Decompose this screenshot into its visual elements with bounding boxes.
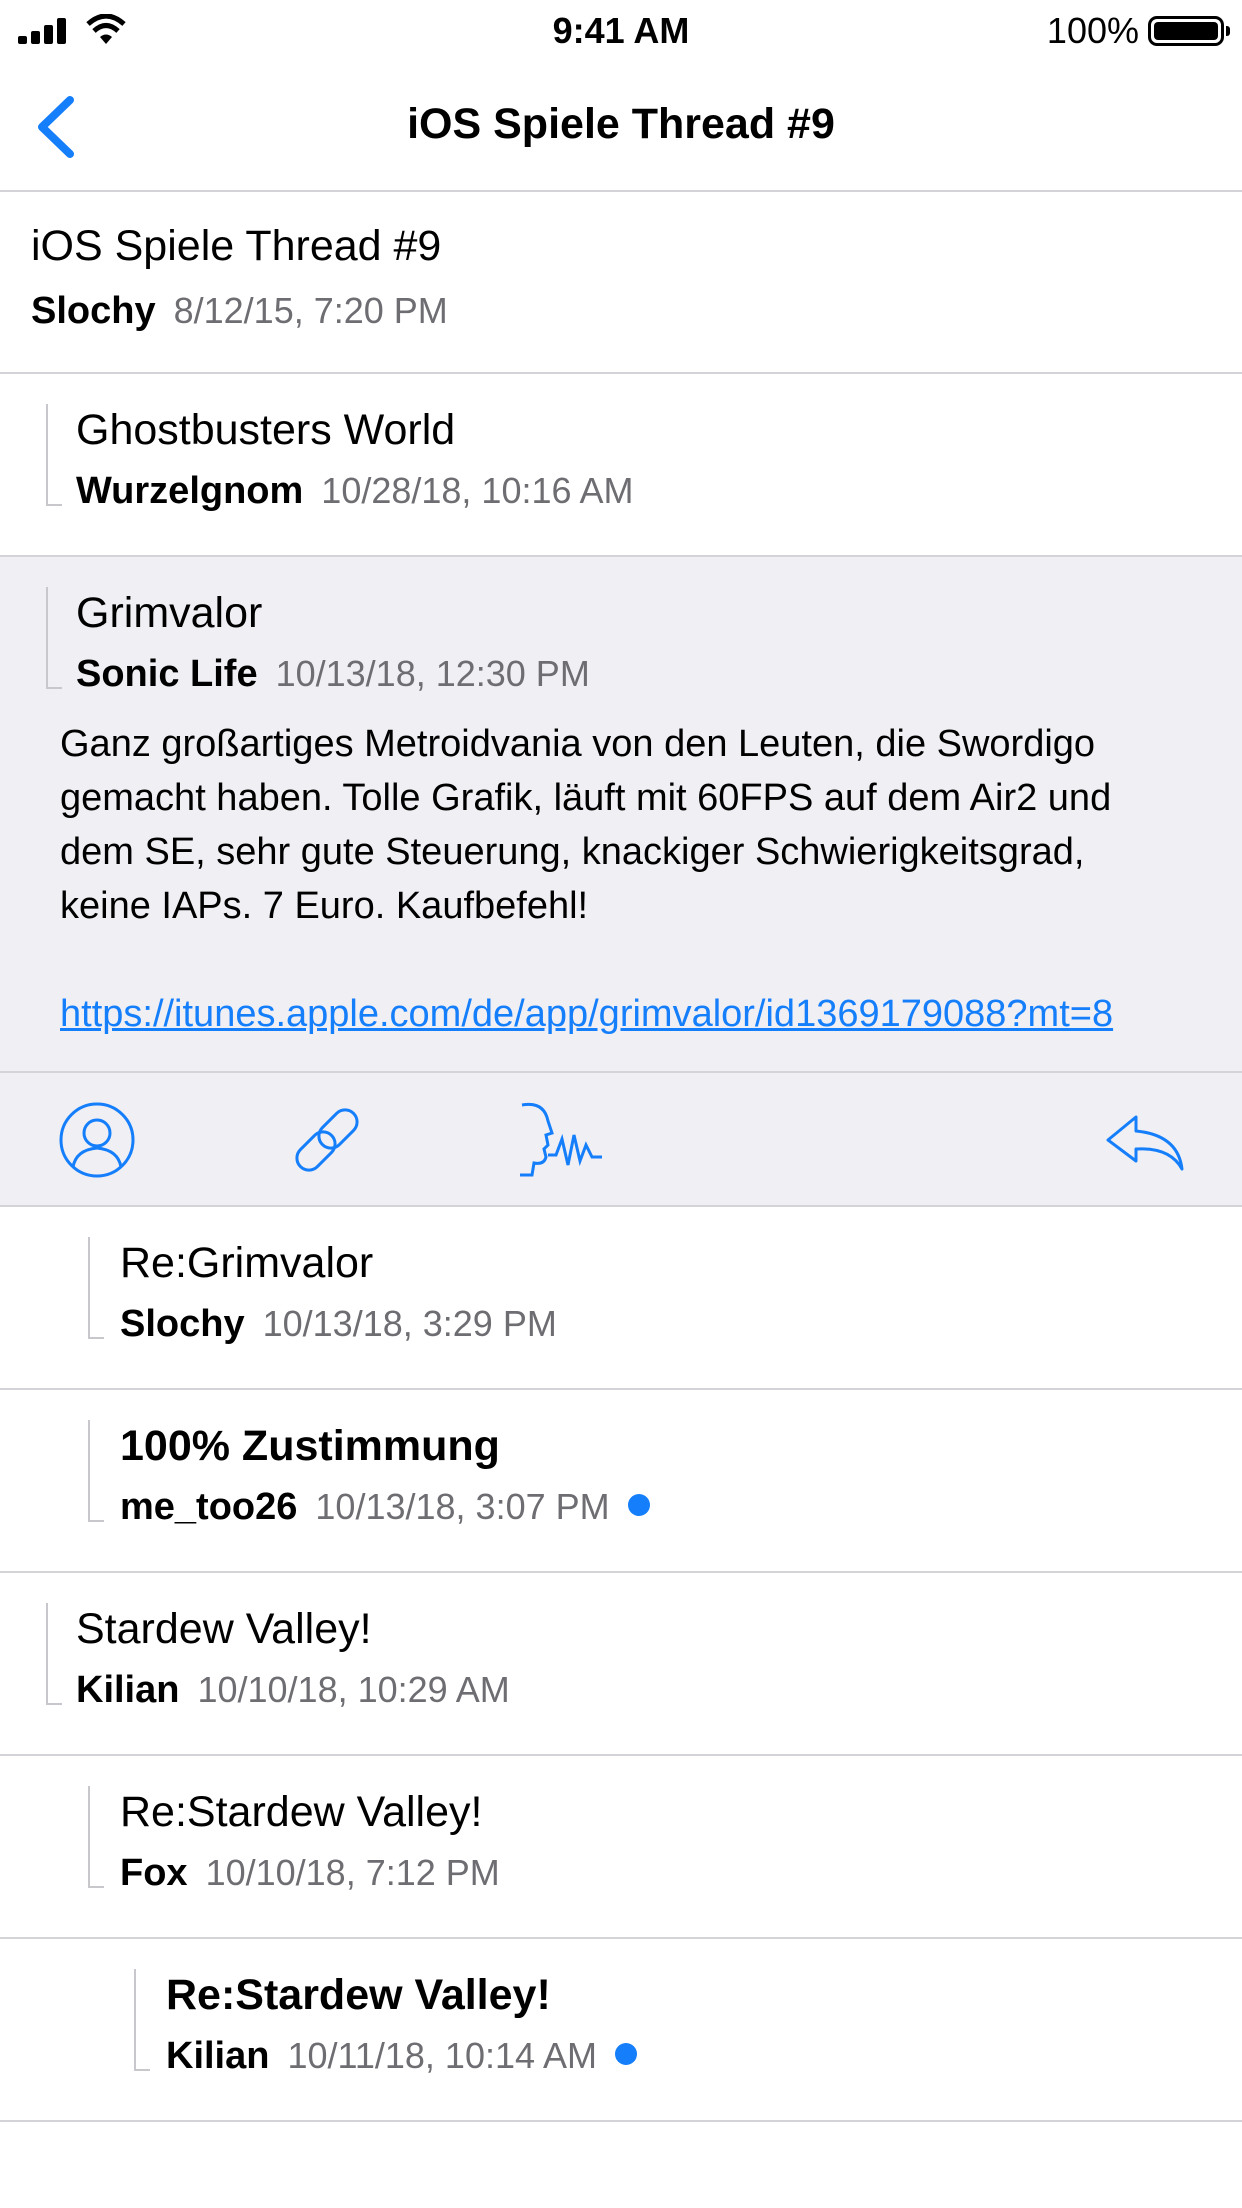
post-author: Sonic Life (76, 653, 258, 695)
list-item[interactable]: Re:Grimvalor Slochy 10/13/18, 3:29 PM (0, 1207, 1242, 1390)
status-bar: 9:41 AM 100% (0, 0, 1242, 62)
post-meta: Kilian 10/11/18, 10:14 AM (166, 2035, 638, 2078)
post-date: 10/13/18, 3:29 PM (262, 1303, 557, 1344)
thread-indent-line (134, 1969, 150, 2071)
post-actions-bar (0, 1071, 1242, 1205)
post-author: Kilian (166, 2035, 270, 2077)
post-author: Slochy (120, 1303, 245, 1345)
post-author: Wurzelgnom (76, 470, 304, 512)
nav-bar: iOS Spiele Thread #9 (0, 62, 1242, 192)
post-title: iOS Spiele Thread #9 (31, 222, 442, 270)
post-body-text: Ganz großartiges Metroidvania von den Le… (60, 723, 1112, 927)
post-title: Stardew Valley! (76, 1605, 372, 1653)
thread-indent-line (46, 404, 62, 506)
expanded-post-header[interactable]: Grimvalor Sonic Life 10/13/18, 12:30 PM (0, 557, 1242, 717)
post-body-link[interactable]: https://itunes.apple.com/de/app/grimvalo… (0, 987, 1242, 1041)
post-date: 10/13/18, 3:07 PM (315, 1486, 610, 1527)
thread-indent-line (46, 587, 62, 689)
post-meta: Sonic Life 10/13/18, 12:30 PM (76, 653, 590, 696)
post-title: Re:Grimvalor (120, 1239, 374, 1287)
thread-indent-line (88, 1420, 104, 1522)
post-meta: me_too26 10/13/18, 3:07 PM (120, 1486, 650, 1529)
thread-indent-line (88, 1237, 104, 1339)
post-meta: Kilian 10/10/18, 10:29 AM (76, 1669, 510, 1712)
unread-dot-icon (627, 1494, 650, 1516)
battery-icon (1148, 16, 1230, 46)
post-author: Kilian (76, 1669, 180, 1711)
thread-list: iOS Spiele Thread #9 Slochy 8/12/15, 7:2… (0, 192, 1242, 2122)
list-item[interactable]: Re:Stardew Valley! Kilian 10/11/18, 10:1… (0, 1939, 1242, 2122)
post-date: 10/10/18, 7:12 PM (205, 1852, 500, 1893)
thread-indent-line (46, 1603, 62, 1705)
thread-indent-line (88, 1786, 104, 1888)
post-author: Slochy (31, 290, 156, 332)
post-author: Fox (120, 1852, 188, 1894)
post-date: 10/11/18, 10:14 AM (287, 2035, 598, 2076)
unread-dot-icon (615, 2043, 638, 2065)
post-meta: Wurzelgnom 10/28/18, 10:16 AM (76, 470, 634, 513)
post-title: Ghostbusters World (76, 406, 456, 454)
post-author: me_too26 (120, 1486, 298, 1528)
reply-icon[interactable] (1100, 1095, 1190, 1185)
post-meta: Slochy 10/13/18, 3:29 PM (120, 1303, 557, 1346)
post-title: Re:Stardew Valley! (120, 1788, 483, 1836)
post-title: 100% Zustimmung (120, 1422, 500, 1470)
post-date: 8/12/15, 7:20 PM (173, 290, 448, 331)
link-icon[interactable] (282, 1095, 372, 1185)
post-body: Ganz großartiges Metroidvania von den Le… (0, 717, 1242, 1071)
speak-icon[interactable] (512, 1095, 612, 1185)
expanded-post: Grimvalor Sonic Life 10/13/18, 12:30 PM … (0, 557, 1242, 1207)
list-item[interactable]: Ghostbusters World Wurzelgnom 10/28/18, … (0, 374, 1242, 557)
list-item[interactable]: Re:Stardew Valley! Fox 10/10/18, 7:12 PM (0, 1756, 1242, 1939)
post-date: 10/13/18, 12:30 PM (275, 653, 590, 694)
battery-percent: 100% (1046, 10, 1139, 51)
post-title: Grimvalor (76, 589, 263, 637)
post-meta: Fox 10/10/18, 7:12 PM (120, 1852, 500, 1895)
root-post[interactable]: iOS Spiele Thread #9 Slochy 8/12/15, 7:2… (0, 192, 1242, 374)
list-item[interactable]: Stardew Valley! Kilian 10/10/18, 10:29 A… (0, 1573, 1242, 1756)
post-date: 10/10/18, 10:29 AM (197, 1669, 510, 1710)
list-item[interactable]: 100% Zustimmung me_too26 10/13/18, 3:07 … (0, 1390, 1242, 1573)
post-date: 10/28/18, 10:16 AM (321, 470, 634, 511)
page-title: iOS Spiele Thread #9 (407, 100, 835, 148)
profile-icon[interactable] (52, 1095, 142, 1185)
post-meta: Slochy 8/12/15, 7:20 PM (31, 290, 448, 333)
post-title: Re:Stardew Valley! (166, 1971, 551, 2019)
